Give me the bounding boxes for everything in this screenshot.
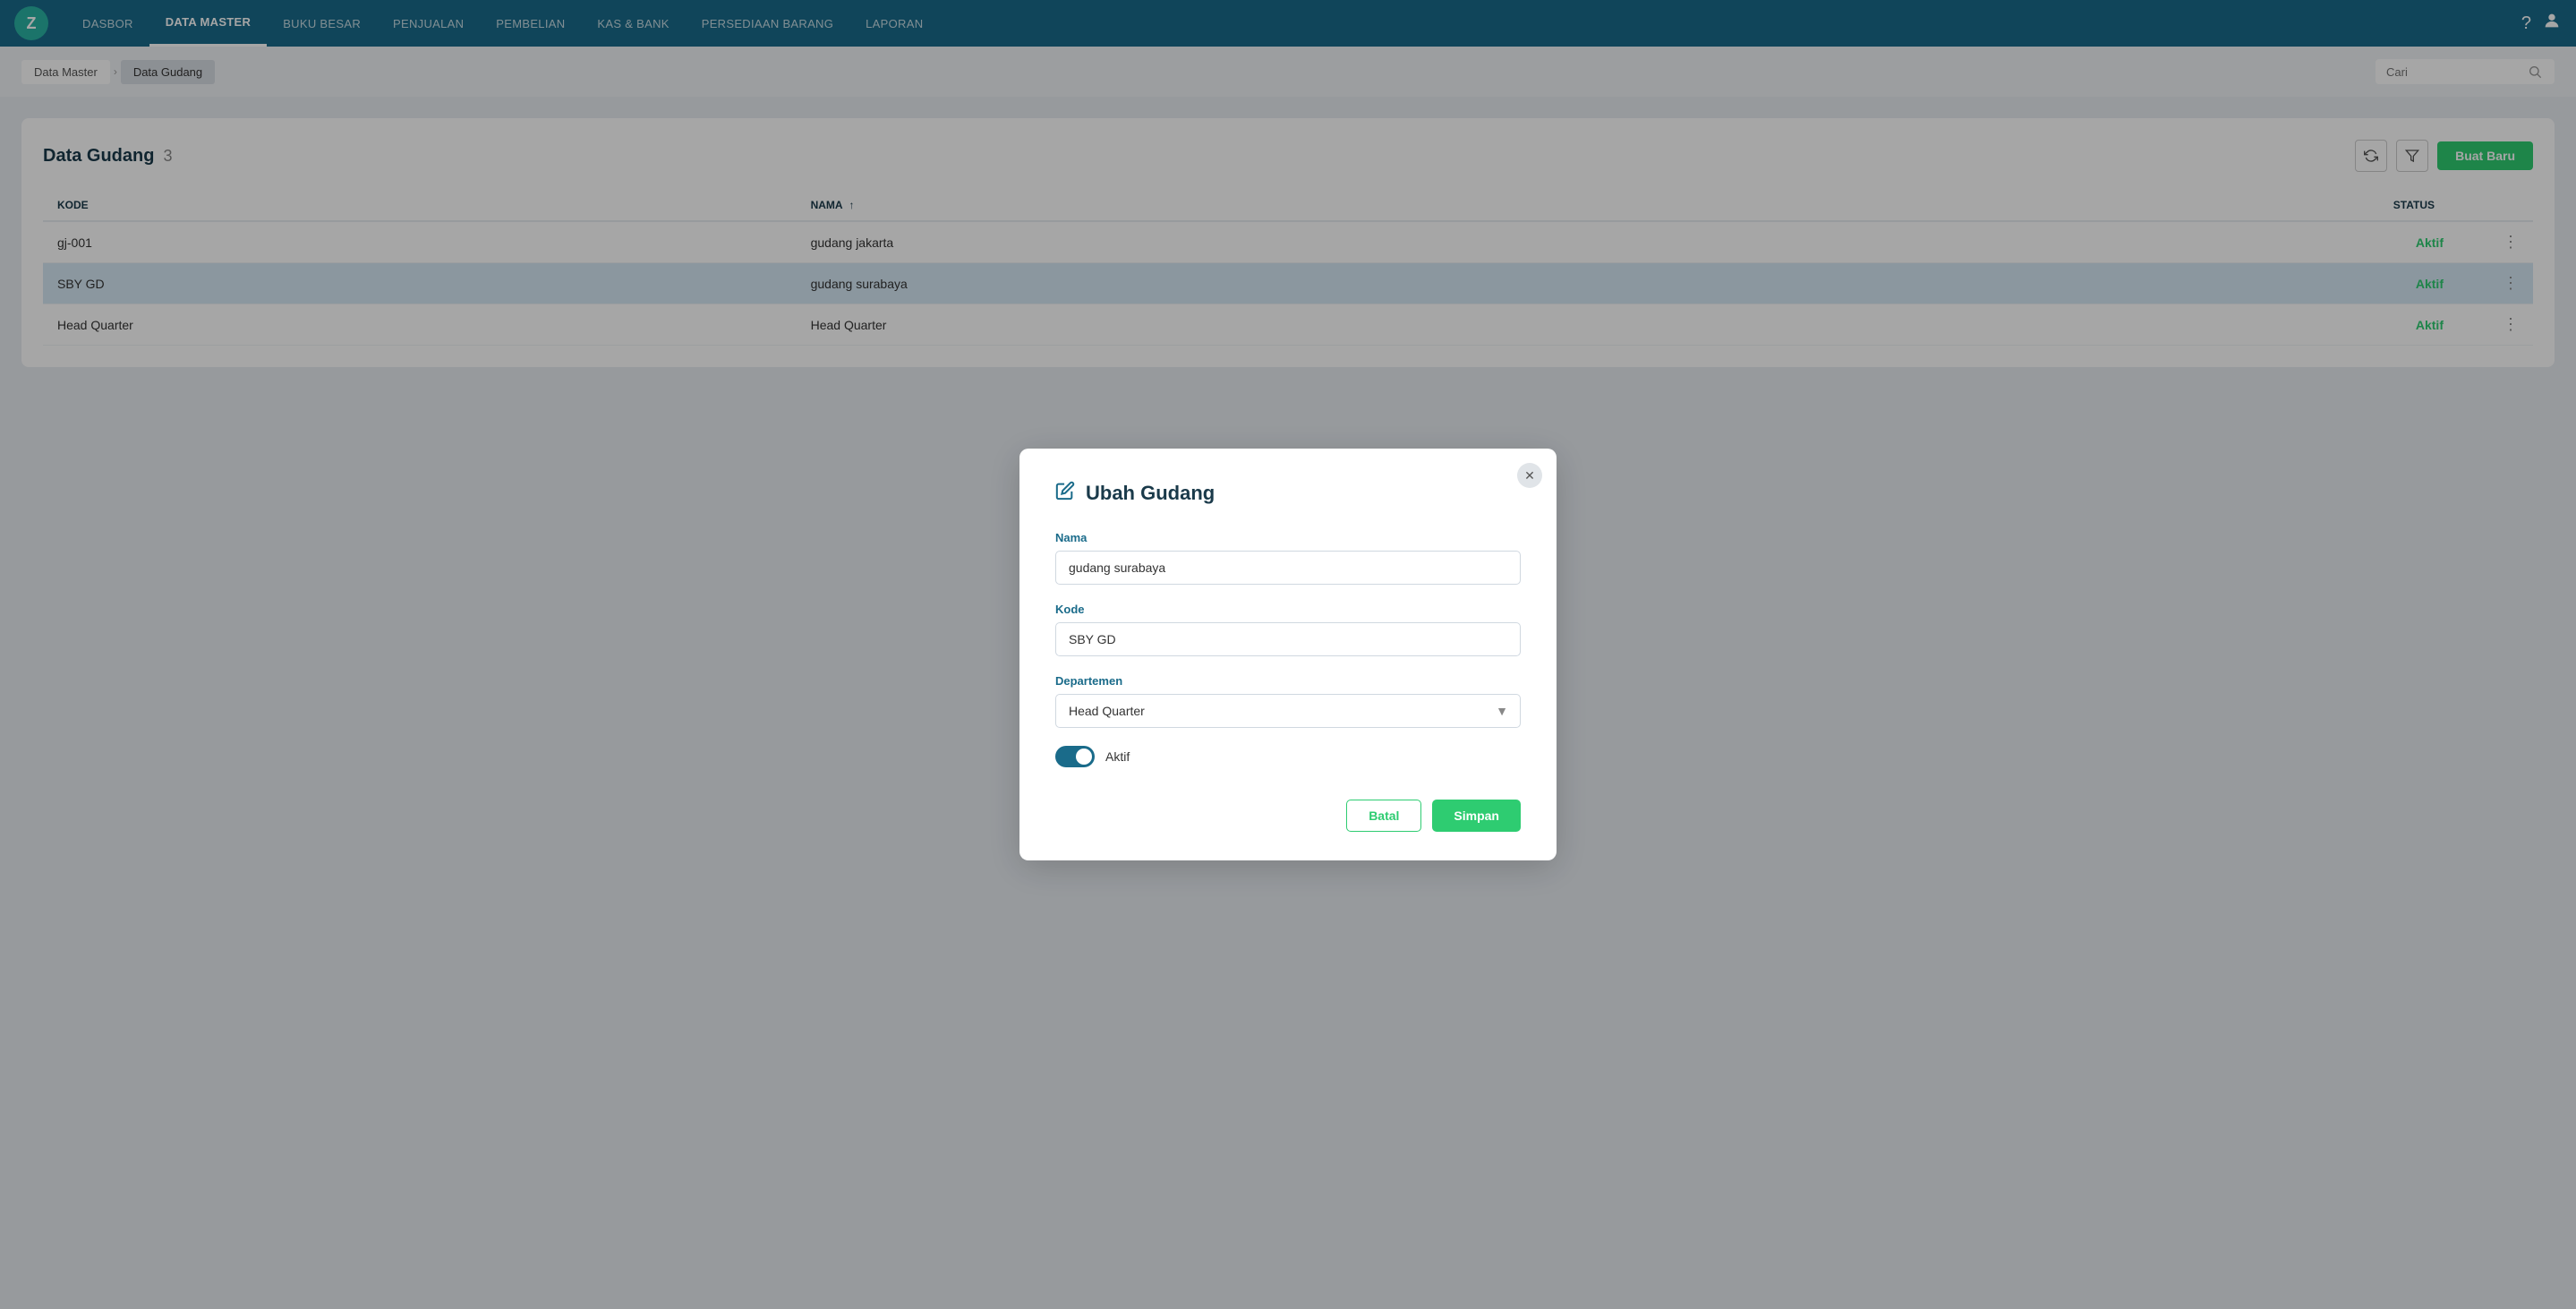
status-toggle-group: Aktif — [1055, 746, 1521, 767]
modal-close-button[interactable]: ✕ — [1517, 463, 1542, 488]
nama-input[interactable] — [1055, 551, 1521, 585]
kode-label: Kode — [1055, 603, 1521, 616]
close-icon: ✕ — [1524, 468, 1535, 483]
departemen-select[interactable]: Head Quarter — [1055, 694, 1521, 728]
nama-label: Nama — [1055, 531, 1521, 544]
batal-button[interactable]: Batal — [1346, 800, 1421, 832]
modal-title: Ubah Gudang — [1086, 482, 1215, 505]
modal-overlay[interactable]: Ubah Gudang ✕ Nama Kode Departemen Head … — [0, 0, 2576, 1309]
kode-field-group: Kode — [1055, 603, 1521, 656]
modal-edit-icon — [1055, 481, 1075, 506]
modal-footer: Batal Simpan — [1055, 800, 1521, 832]
departemen-select-wrap: Head Quarter ▼ — [1055, 694, 1521, 728]
toggle-label: Aktif — [1105, 749, 1130, 764]
ubah-gudang-modal: Ubah Gudang ✕ Nama Kode Departemen Head … — [1019, 449, 1557, 860]
departemen-field-group: Departemen Head Quarter ▼ — [1055, 674, 1521, 728]
nama-field-group: Nama — [1055, 531, 1521, 585]
toggle-slider — [1055, 746, 1095, 767]
modal-header: Ubah Gudang — [1055, 481, 1521, 506]
departemen-label: Departemen — [1055, 674, 1521, 688]
simpan-button[interactable]: Simpan — [1432, 800, 1521, 832]
kode-input[interactable] — [1055, 622, 1521, 656]
aktif-toggle[interactable] — [1055, 746, 1095, 767]
